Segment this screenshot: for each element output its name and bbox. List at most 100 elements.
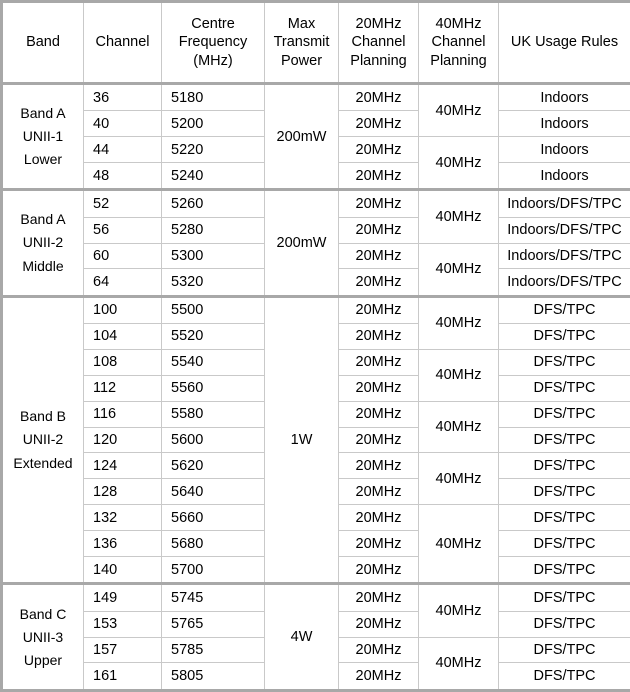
40mhz-planning-cell: 40MHz bbox=[418, 242, 499, 297]
uk-usage-rules-cell: DFS/TPC bbox=[498, 662, 630, 691]
40mhz-planning-cell: 40MHz bbox=[418, 504, 499, 585]
centre-frequency-cell: 5680 bbox=[161, 530, 265, 558]
20mhz-planning-cell: 20MHz bbox=[338, 294, 419, 324]
channel-cell: 64 bbox=[83, 268, 162, 297]
column-header-line: Planning bbox=[350, 52, 407, 69]
column-header-line: Frequency bbox=[178, 34, 248, 51]
centre-frequency-cell: 5240 bbox=[161, 162, 265, 191]
column-header-max-transmit-power: Max Transmit Power bbox=[264, 1, 339, 84]
20mhz-planning-cell: 20MHz bbox=[338, 426, 419, 454]
band-label-cell: Band B UNII-2 Extended bbox=[1, 294, 84, 585]
20mhz-planning-cell: 20MHz bbox=[338, 662, 419, 691]
uk-usage-rules-cell: DFS/TPC bbox=[498, 322, 630, 350]
column-header-line: Transmit bbox=[273, 34, 330, 51]
band-label-line: Upper bbox=[23, 651, 63, 668]
20mhz-planning-cell: 20MHz bbox=[338, 636, 419, 664]
channel-cell: 120 bbox=[83, 426, 162, 454]
channel-cell: 157 bbox=[83, 636, 162, 664]
table-row: Band C UNII-3 Upper 149 5745 4W 20MHz 40MHz DFS/… bbox=[1, 582, 630, 691]
table-row: Band A UNII-1 Lower 36 5180 200mW 20MHz 40MHz In… bbox=[1, 81, 630, 191]
column-header-line: (MHz) bbox=[193, 52, 233, 69]
uk-usage-rules-cell: DFS/TPC bbox=[498, 636, 630, 664]
band-label-line: Band C bbox=[19, 605, 67, 622]
max-transmit-power-cell: 200mW bbox=[264, 188, 339, 297]
header-row: Band Channel Centre Frequency (MHz) Max Transm… bbox=[1, 1, 630, 84]
20mhz-planning-cell: 20MHz bbox=[338, 348, 419, 376]
channel-cell: 124 bbox=[83, 452, 162, 480]
centre-frequency-cell: 5500 bbox=[161, 294, 265, 324]
uk-usage-rules-cell: DFS/TPC bbox=[498, 348, 630, 376]
20mhz-planning-cell: 20MHz bbox=[338, 188, 419, 218]
uk-usage-rules-cell: Indoors/DFS/TPC bbox=[498, 188, 630, 218]
20mhz-planning-cell: 20MHz bbox=[338, 530, 419, 558]
uk-usage-rules-cell: DFS/TPC bbox=[498, 504, 630, 532]
centre-frequency-cell: 5745 bbox=[161, 582, 265, 612]
channel-cell: 136 bbox=[83, 530, 162, 558]
column-header-line: Planning bbox=[430, 52, 487, 69]
uk-usage-rules-cell: DFS/TPC bbox=[498, 556, 630, 585]
channel-cell: 128 bbox=[83, 478, 162, 506]
uk-usage-rules-cell: Indoors/DFS/TPC bbox=[498, 242, 630, 270]
centre-frequency-cell: 5805 bbox=[161, 662, 265, 691]
channel-cell: 56 bbox=[83, 216, 162, 244]
table-row: Band B UNII-2 Extended 100 5500 1W 20MHz 40MHz D… bbox=[1, 294, 630, 585]
band-label-line: Band A bbox=[20, 211, 66, 228]
channel-cell: 149 bbox=[83, 582, 162, 612]
centre-frequency-cell: 5280 bbox=[161, 216, 265, 244]
column-header-line: Power bbox=[280, 52, 323, 69]
20mhz-planning-cell: 20MHz bbox=[338, 374, 419, 402]
column-header-centre-frequency: Centre Frequency (MHz) bbox=[161, 1, 265, 84]
40mhz-planning-cell: 40MHz bbox=[418, 400, 499, 454]
column-header-line: UK Usage Rules bbox=[510, 34, 619, 51]
max-transmit-power-cell: 1W bbox=[264, 294, 339, 585]
table-row: Band A UNII-2 Middle 52 5260 200mW 20MHz 40MHz I… bbox=[1, 188, 630, 297]
column-header-line: Centre bbox=[191, 15, 235, 32]
channel-cell: 60 bbox=[83, 242, 162, 270]
channel-cell: 36 bbox=[83, 81, 162, 112]
centre-frequency-cell: 5600 bbox=[161, 426, 265, 454]
column-header-line: Channel bbox=[95, 34, 150, 51]
column-header-line: Band bbox=[26, 34, 60, 51]
channel-cell: 132 bbox=[83, 504, 162, 532]
20mhz-planning-cell: 20MHz bbox=[338, 268, 419, 297]
20mhz-planning-cell: 20MHz bbox=[338, 110, 419, 138]
uk-usage-rules-cell: Indoors/DFS/TPC bbox=[498, 268, 630, 297]
uk-usage-rules-cell: DFS/TPC bbox=[498, 426, 630, 454]
centre-frequency-cell: 5200 bbox=[161, 110, 265, 138]
centre-frequency-cell: 5640 bbox=[161, 478, 265, 506]
band-label-line: Middle bbox=[22, 257, 64, 274]
40mhz-planning-cell: 40MHz bbox=[418, 136, 499, 191]
column-header-line: Channel bbox=[351, 34, 406, 51]
centre-frequency-cell: 5540 bbox=[161, 348, 265, 376]
20mhz-planning-cell: 20MHz bbox=[338, 322, 419, 350]
40mhz-planning-cell: 40MHz bbox=[418, 348, 499, 402]
centre-frequency-cell: 5785 bbox=[161, 636, 265, 664]
channel-cell: 104 bbox=[83, 322, 162, 350]
uk-usage-rules-cell: DFS/TPC bbox=[498, 452, 630, 480]
column-header-line: Channel bbox=[431, 34, 486, 51]
band-label-line: UNII-3 bbox=[22, 628, 64, 645]
centre-frequency-cell: 5260 bbox=[161, 188, 265, 218]
channel-cell: 116 bbox=[83, 400, 162, 428]
band-label-line: UNII-2 bbox=[22, 431, 64, 448]
uk-usage-rules-cell: Indoors bbox=[498, 162, 630, 191]
wifi-channel-table-container: Band Channel Centre Frequency (MHz) Max Transm… bbox=[0, 0, 630, 692]
uk-usage-rules-cell: Indoors bbox=[498, 81, 630, 112]
20mhz-planning-cell: 20MHz bbox=[338, 162, 419, 191]
channel-cell: 52 bbox=[83, 188, 162, 218]
uk-usage-rules-cell: Indoors/DFS/TPC bbox=[498, 216, 630, 244]
20mhz-planning-cell: 20MHz bbox=[338, 610, 419, 638]
20mhz-planning-cell: 20MHz bbox=[338, 582, 419, 612]
uk-usage-rules-cell: DFS/TPC bbox=[498, 478, 630, 506]
centre-frequency-cell: 5620 bbox=[161, 452, 265, 480]
band-label-line: UNII-1 bbox=[22, 128, 64, 145]
table-header: Band Channel Centre Frequency (MHz) Max Transm… bbox=[1, 1, 630, 84]
centre-frequency-cell: 5320 bbox=[161, 268, 265, 297]
column-header-channel: Channel bbox=[83, 1, 162, 84]
uk-usage-rules-cell: DFS/TPC bbox=[498, 582, 630, 612]
centre-frequency-cell: 5300 bbox=[161, 242, 265, 270]
column-header-40mhz-channel-planning: 40MHz Channel Planning bbox=[418, 1, 499, 84]
band-label-line: Band A bbox=[20, 105, 66, 122]
channel-cell: 100 bbox=[83, 294, 162, 324]
column-header-line: 40MHz bbox=[435, 15, 482, 32]
